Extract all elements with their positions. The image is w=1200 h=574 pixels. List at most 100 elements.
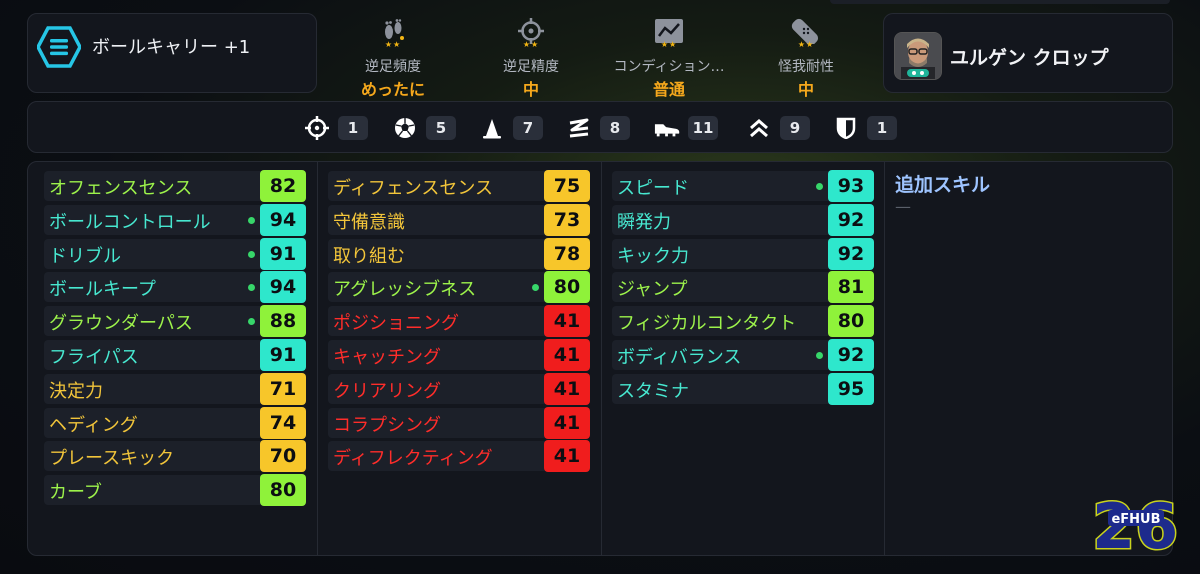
stat-value: 80	[544, 271, 590, 304]
stat-row[interactable]: ドリブル 91	[44, 237, 306, 270]
ability-dot-icon	[248, 318, 255, 326]
ability-dot-icon	[532, 284, 539, 292]
stat-name: スタミナ	[617, 380, 689, 402]
stat-name: 守備意識	[333, 211, 405, 233]
stat-row[interactable]: ボディバランス 92	[612, 339, 874, 371]
position-value: 11	[688, 116, 718, 140]
stat-row[interactable]: 取り組む 78	[328, 237, 590, 270]
position-item[interactable]: 9	[746, 116, 810, 140]
position-value: 8	[600, 116, 630, 140]
boot-icon	[654, 116, 680, 140]
stat-value: 94	[260, 271, 306, 304]
stat-row[interactable]: キャッチング 41	[328, 339, 590, 371]
stat-row[interactable]: オフェンスセンス 82	[44, 170, 306, 202]
stat-value: 92	[828, 339, 874, 371]
stat-name: フィジカルコンタクト	[617, 313, 797, 335]
column-divider	[884, 162, 885, 555]
stat-row[interactable]: フライパス 91	[44, 339, 306, 371]
stat-row[interactable]: 瞬発力 92	[612, 203, 874, 236]
stat-value: 41	[544, 339, 590, 371]
position-value: 1	[867, 116, 897, 140]
zigzag-pass-icon	[566, 116, 592, 140]
stat-row[interactable]: クリアリング 41	[328, 372, 590, 405]
attr-stars: ★★	[660, 40, 678, 49]
stat-name: キャッチング	[333, 347, 441, 368]
avatar	[894, 32, 942, 80]
extra-skills-empty: —	[895, 197, 911, 216]
stat-value: 94	[260, 203, 306, 236]
attr-stars: ★★	[384, 40, 402, 49]
stat-name: 取り組む	[333, 245, 405, 267]
attr-label: 逆足精度	[503, 59, 559, 75]
stat-value: 82	[260, 170, 306, 202]
position-item[interactable]: 11	[654, 116, 718, 140]
stat-row[interactable]: ディフレクティング 41	[328, 440, 590, 473]
attr-value: 中	[797, 80, 814, 99]
ability-dot-icon	[248, 284, 255, 292]
position-item[interactable]: 7	[479, 116, 543, 140]
attr-label: 怪我耐性	[778, 59, 834, 75]
cone-icon	[479, 116, 505, 140]
stat-name: ポジショニング	[333, 313, 459, 335]
column-divider	[601, 162, 602, 555]
stat-value: 41	[544, 406, 590, 439]
stat-row[interactable]: 決定力 71	[44, 372, 306, 405]
manager-card[interactable]: ユルゲン クロップ	[883, 13, 1173, 93]
stat-value: 93	[828, 170, 874, 202]
stat-name: 決定力	[49, 380, 103, 402]
efhub-logo: 26 eFHUB	[1091, 489, 1180, 555]
stat-row[interactable]: スタミナ 95	[612, 372, 874, 405]
ability-dot-icon	[816, 183, 823, 190]
stat-name: クリアリング	[333, 380, 441, 402]
football-icon	[392, 116, 418, 140]
double-chevron-up-icon	[746, 116, 772, 140]
stat-name: グラウンダーパス	[49, 313, 193, 335]
ability-dot-icon	[248, 250, 255, 258]
stat-row[interactable]: グラウンダーパス 88	[44, 305, 306, 338]
svg-text:eFHUB: eFHUB	[1111, 512, 1160, 527]
stat-row[interactable]: ポジショニング 41	[328, 305, 590, 338]
attr-stars: ★★	[797, 40, 815, 49]
stat-value: 92	[828, 203, 874, 236]
stat-name: ボールコントロール	[49, 211, 211, 233]
manager-name: ユルゲン クロップ	[950, 47, 1109, 69]
stat-row[interactable]: ボールコントロール 94	[44, 203, 306, 236]
shield-icon	[833, 116, 859, 140]
stat-value: 80	[260, 474, 306, 507]
stat-name: フライパス	[49, 347, 139, 368]
attr-stars: ★★	[522, 40, 540, 49]
stat-value: 74	[260, 406, 306, 439]
stat-name: オフェンスセンス	[49, 178, 193, 199]
stat-row[interactable]: カーブ 80	[44, 474, 306, 507]
stat-value: 71	[260, 372, 306, 405]
stat-name: ヘディング	[49, 414, 138, 436]
position-value: 7	[513, 116, 543, 140]
stat-name: スピード	[617, 178, 689, 199]
stat-value: 92	[828, 237, 874, 270]
stat-row[interactable]: キック力 92	[612, 237, 874, 270]
stat-row[interactable]: プレースキック 70	[44, 440, 306, 473]
position-item[interactable]: 1	[304, 116, 368, 140]
stat-row[interactable]: コラプシング 41	[328, 406, 590, 439]
position-item[interactable]: 8	[566, 116, 630, 140]
stat-row[interactable]: ヘディング 74	[44, 406, 306, 439]
stat-name: ボディバランス	[617, 347, 742, 368]
skill-name: ボールキャリー +1	[92, 37, 251, 58]
stat-value: 41	[544, 372, 590, 405]
stat-row[interactable]: 守備意識 73	[328, 203, 590, 236]
stat-row[interactable]: スピード 93	[612, 170, 874, 202]
extra-skills-title: 追加スキル	[895, 174, 991, 196]
stat-row[interactable]: フィジカルコンタクト 80	[612, 305, 874, 338]
position-item[interactable]: 5	[392, 116, 456, 140]
stat-row[interactable]: ジャンプ 81	[612, 271, 874, 304]
position-value: 5	[426, 116, 456, 140]
stat-row[interactable]: ディフェンスセンス 75	[328, 170, 590, 202]
stat-row[interactable]: アグレッシブネス 80	[328, 271, 590, 304]
attr-value: 普通	[652, 80, 685, 99]
stat-row[interactable]: ボールキープ 94	[44, 271, 306, 304]
position-item[interactable]: 1	[833, 116, 897, 140]
ability-dot-icon	[816, 352, 823, 359]
stat-value: 41	[544, 440, 590, 473]
stat-value: 78	[544, 237, 590, 270]
stat-name: ドリブル	[49, 245, 121, 267]
